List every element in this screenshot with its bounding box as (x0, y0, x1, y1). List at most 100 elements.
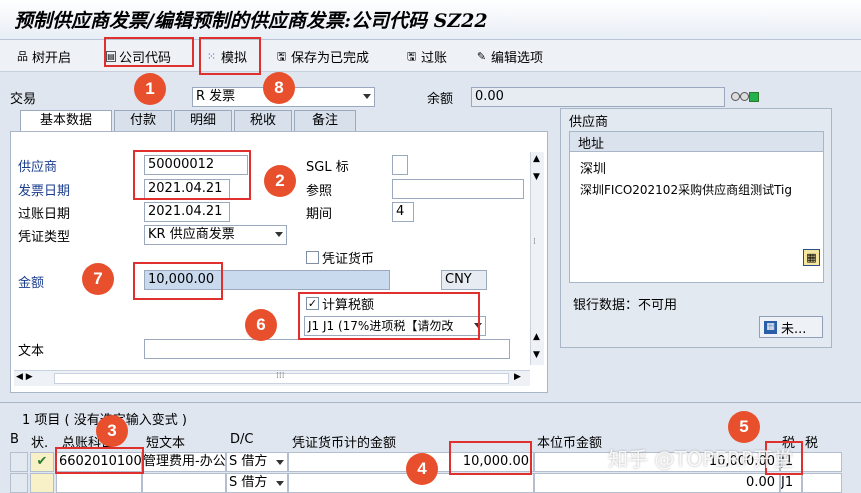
vendor-city: 深圳 (580, 162, 607, 177)
annotation-box (199, 37, 261, 75)
step-badge-4: 4 (406, 453, 438, 485)
window-title: 预制供应商发票/编辑预制的供应商发票:公司代码 SZ22 (14, 10, 488, 32)
dc-code: S (229, 454, 238, 469)
vendor-label: 供应商 (18, 160, 58, 175)
scroll-grip-icon: ⁞ (533, 237, 536, 247)
post-label: 过账 (421, 51, 448, 66)
tab-details[interactable]: 明细 (174, 110, 232, 132)
tree-open-button[interactable]: 品 树开启 (16, 47, 71, 66)
annotation-box (133, 262, 223, 300)
doc-type-select[interactable]: KR 供应商发票 (144, 225, 287, 245)
sgl-input[interactable] (392, 155, 408, 175)
col-status[interactable]: 状. (31, 432, 48, 451)
posting-date-input[interactable]: 2021.04.21 (144, 202, 230, 222)
doc-currency-checkbox[interactable] (306, 251, 319, 264)
traffic-light-icon (731, 91, 761, 103)
text-input[interactable] (144, 339, 510, 359)
col-tax-jur[interactable]: 税 (805, 432, 818, 451)
tree-icon: 品 (17, 50, 28, 63)
reference-input[interactable] (392, 179, 524, 199)
status-cell (30, 473, 54, 493)
chevron-down-icon (276, 460, 284, 465)
scroll-up-icon: ▲ (533, 154, 540, 164)
tab-basic-data[interactable]: 基本数据 (20, 110, 112, 132)
step-badge-8: 8 (263, 72, 295, 104)
text-label: 文本 (18, 344, 45, 359)
annotation-box (298, 292, 480, 340)
title-bar: 预制供应商发票/编辑预制的供应商发票:公司代码 SZ22 (0, 0, 861, 40)
dc-code: S (229, 475, 238, 490)
vendor-name: 深圳FICO202102采购供应商组测试Tig (580, 183, 792, 197)
doc-type-value: KR 供应商发票 (148, 227, 235, 242)
step-badge-2: 2 (264, 165, 296, 197)
tax-jur-cell[interactable] (802, 452, 842, 472)
address-detail-icon[interactable]: ▦ (803, 249, 820, 266)
dc-text: 借方 (241, 475, 268, 490)
watermark: 知乎 @TOPERP开堂 (608, 447, 793, 471)
tab-tax[interactable]: 税收 (234, 110, 292, 132)
short-text-cell[interactable] (142, 473, 226, 493)
period-input[interactable]: 4 (392, 202, 414, 222)
col-local-amount[interactable]: 本位币金额 (537, 432, 602, 451)
invoice-date-label: 发票日期 (18, 184, 71, 199)
col-short-text[interactable]: 短文本 (146, 432, 185, 451)
chevron-down-icon (275, 232, 283, 237)
col-doc-amount[interactable]: 凭证货币计的金额 (292, 432, 396, 451)
sgl-label: SGL 标 (306, 160, 349, 175)
scroll-right-icon: ▶ (514, 372, 521, 382)
tree-open-label: 树开启 (32, 51, 72, 66)
address-header-label: 地址 (578, 137, 605, 152)
posting-date-label: 过账日期 (18, 207, 71, 222)
panel-vertical-scrollbar[interactable]: ▲ ▼ ⁞ ▲ ▼ (530, 152, 544, 365)
save-complete-button[interactable]: 🖫 保存为已完成 (275, 47, 369, 66)
edit-options-button[interactable]: ✎ 编辑选项 (475, 47, 543, 66)
transaction-value: R 发票 (196, 89, 236, 104)
tax-code-cell[interactable]: J1 (780, 473, 802, 493)
panel-horizontal-scrollbar[interactable]: ◀ ▶ ⁞⁞⁞ ▶ (14, 370, 530, 386)
row-selector[interactable] (10, 452, 28, 472)
dc-select[interactable]: S 借方 (226, 452, 288, 472)
row-selector[interactable] (10, 473, 28, 493)
short-text-cell[interactable]: 管理费用-办公 (142, 452, 226, 472)
save-icon: 🖫 (276, 50, 287, 63)
doc-type-label: 凭证类型 (18, 230, 71, 245)
status-check-icon: ✔ (30, 452, 54, 472)
step-badge-7: 7 (82, 263, 114, 295)
more-button[interactable]: ▦ 未... (759, 316, 823, 338)
more-button-label: 未... (781, 321, 807, 337)
edit-options-label: 编辑选项 (491, 51, 544, 66)
step-badge-5: 5 (728, 411, 760, 443)
dc-text: 借方 (241, 454, 268, 469)
dc-select[interactable]: S 借方 (226, 473, 288, 493)
scroll-up-icon: ▲ (533, 332, 540, 342)
pencil-icon: ✎ (476, 50, 487, 63)
amount-label: 金额 (18, 276, 45, 291)
balance-field: 0.00 (471, 87, 725, 107)
period-label: 期间 (306, 207, 333, 222)
balance-label: 余额 (427, 92, 454, 107)
step-badge-1: 1 (134, 73, 166, 105)
chevron-down-icon (363, 94, 371, 99)
tax-jur-cell[interactable] (802, 473, 842, 493)
transaction-label: 交易 (10, 92, 37, 107)
vendor-info-panel: 供应商 地址 深圳 深圳FICO202102采购供应商组测试Tig ▦ 银行数据… (560, 108, 832, 348)
save-complete-label: 保存为已完成 (291, 51, 370, 66)
post-button[interactable]: 🖫 过账 (405, 47, 447, 66)
step-badge-3: 3 (96, 415, 128, 447)
vendor-panel-title: 供应商 (569, 115, 609, 130)
annotation-box (133, 150, 251, 200)
address-box: 地址 深圳 深圳FICO202102采购供应商组测试Tig ▦ (569, 131, 824, 283)
annotation-box (449, 441, 532, 475)
address-header: 地址 (570, 132, 823, 152)
tab-notes[interactable]: 备注 (294, 110, 356, 132)
annotation-box (104, 37, 194, 67)
row-marker-header: B (10, 432, 19, 447)
scroll-down-icon: ▼ (533, 172, 540, 182)
annotation-box (55, 447, 144, 474)
local-amount-cell: 0.00 (534, 473, 780, 493)
chevron-down-icon (276, 481, 284, 486)
col-dc[interactable]: D/C (230, 432, 253, 450)
scroll-down-icon: ▼ (533, 350, 540, 360)
tab-payment[interactable]: 付款 (114, 110, 172, 132)
gl-account-cell[interactable] (56, 473, 142, 493)
